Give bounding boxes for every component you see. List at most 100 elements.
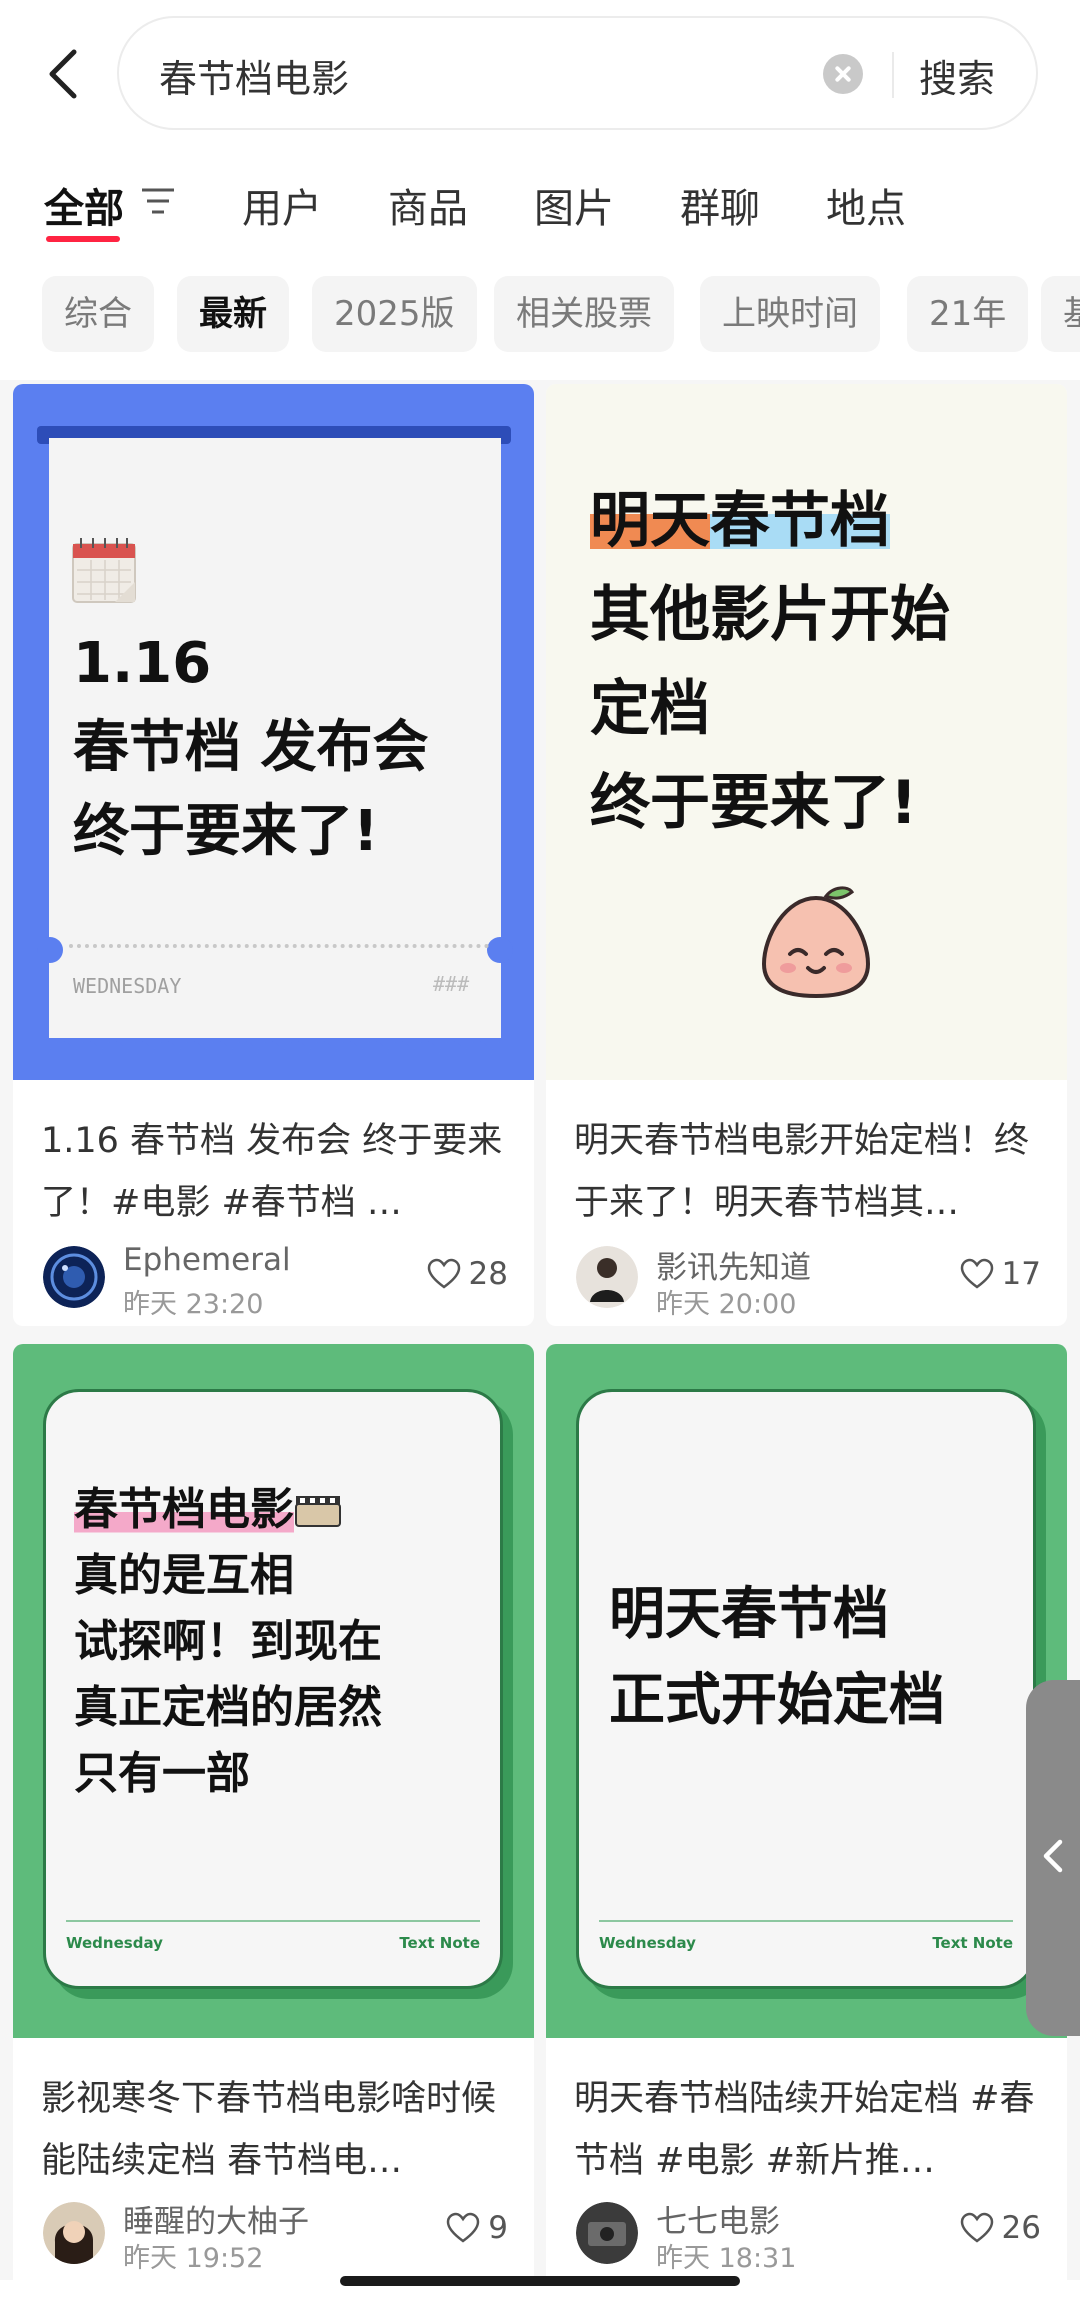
heart-icon <box>447 2212 480 2243</box>
like-count: 17 <box>1001 1256 1041 1292</box>
like-count: 9 <box>488 2210 508 2246</box>
avatar[interactable] <box>576 1246 638 1308</box>
cover-day-label: Wednesday <box>66 1934 163 1952</box>
tab-all[interactable]: 全部 <box>44 176 124 234</box>
avatar[interactable] <box>576 2202 638 2264</box>
note-title[interactable]: 明天春节档陆续开始定档 #春节档 #电影 #新片推… <box>574 2068 1054 2192</box>
search-box[interactable]: 春节档电影 搜索 <box>117 16 1038 130</box>
cover-line: 明天春节档 <box>609 1582 889 1647</box>
cover-paper: 明天春节档 正式开始定档 Wednesday Text Note <box>576 1389 1036 1989</box>
chip-release-time[interactable]: 上映时间 <box>700 276 880 352</box>
cover-scallop <box>49 1024 501 1054</box>
chevron-left-icon <box>1043 1839 1063 1873</box>
cover-text: 春节档电影 真的是互相 试探啊！到现在 真正定档的居然 只有一部 <box>74 1477 382 1807</box>
chip-2025[interactable]: 2025版 <box>312 276 477 352</box>
cover-line: 1.16 <box>73 631 212 696</box>
cover-line: 只有一部 <box>74 1748 250 1799</box>
cover-paper: 春节档电影 真的是互相 试探啊！到现在 真正定档的居然 只有一部 Wednesd… <box>43 1389 503 1989</box>
cover-line: 终于要来了! <box>73 799 379 864</box>
cover-day-label: Wednesday <box>599 1934 696 1952</box>
chip-related-stocks[interactable]: 相关股票 <box>494 276 674 352</box>
side-drawer-handle[interactable] <box>1026 1680 1080 2036</box>
cover-line: 正式开始定档 <box>609 1668 945 1733</box>
chip-latest[interactable]: 最新 <box>177 276 289 352</box>
cover-line: 春节档 发布会 <box>73 715 429 780</box>
cover-day-label: WEDNESDAY <box>73 974 182 998</box>
cover-divider <box>599 1920 1013 1922</box>
home-indicator[interactable] <box>340 2276 740 2286</box>
tab-places[interactable]: 地点 <box>826 176 906 234</box>
like-button[interactable]: 28 <box>427 1256 508 1292</box>
cover-text: 明天春节档 正式开始定档 <box>609 1572 945 1744</box>
calendar-icon <box>71 534 137 604</box>
cover-text: 明天春节档 其他影片开始 定档 终于要来了! <box>590 474 950 850</box>
cover-line: 真正定档的居然 <box>74 1682 382 1733</box>
search-header: 春节档电影 搜索 <box>0 0 1080 150</box>
post-time: 昨天 20:00 <box>656 1289 797 1320</box>
cover-line: 终于要来了! <box>590 768 918 838</box>
category-tabs: 全部 用户 商品 图片 群聊 地点 <box>0 170 1080 250</box>
note-cover[interactable]: 1.16 春节档 发布会 终于要来了! WEDNESDAY ### <box>13 384 534 1080</box>
tab-products[interactable]: 商品 <box>388 176 468 234</box>
like-count: 28 <box>468 1256 508 1292</box>
avatar[interactable] <box>43 2202 105 2264</box>
search-input[interactable]: 春节档电影 <box>159 48 349 103</box>
filter-chips: 综合 最新 2025版 相关股票 上映时间 21年 基 <box>0 276 1080 352</box>
highlight-text: 春节档 <box>710 486 890 556</box>
heart-icon <box>960 2212 993 2243</box>
avatar[interactable] <box>43 1246 105 1308</box>
cover-headline: 明天春节档 <box>590 474 950 568</box>
search-divider <box>892 52 894 98</box>
author-name[interactable]: Ephemeral <box>123 1242 291 1278</box>
highlight-text: 春节档电影 <box>74 1484 294 1535</box>
clear-icon[interactable] <box>823 54 863 94</box>
note-card[interactable]: 明天春节档 其他影片开始 定档 终于要来了! 明天春节档电影开始定档！终于来了！… <box>546 384 1067 1326</box>
heart-icon <box>427 1258 460 1289</box>
author-name[interactable]: 睡醒的大柚子 <box>123 2196 309 2241</box>
results-feed: 1.16 春节档 发布会 终于要来了! WEDNESDAY ### 1.16 春… <box>0 380 1080 2302</box>
like-count: 26 <box>1001 2210 1041 2246</box>
post-time: 昨天 19:52 <box>123 2243 264 2274</box>
like-button[interactable]: 9 <box>446 2210 508 2246</box>
chip-21[interactable]: 21年 <box>907 276 1029 352</box>
cover-hash-label: ### <box>433 972 470 996</box>
cover-divider <box>66 1920 480 1922</box>
heart-icon <box>960 1258 993 1289</box>
active-tab-indicator <box>46 236 120 242</box>
search-button[interactable]: 搜索 <box>919 48 995 103</box>
note-cover[interactable]: 明天春节档 其他影片开始 定档 终于要来了! <box>546 384 1067 1080</box>
back-icon[interactable] <box>44 44 84 104</box>
chip-more[interactable]: 基 <box>1041 276 1080 352</box>
cover-headline: 春节档电影 <box>74 1477 382 1543</box>
cover-line: 试探啊！到现在 <box>74 1616 382 1667</box>
tab-group-chats[interactable]: 群聊 <box>680 176 760 234</box>
author-name[interactable]: 影讯先知道 <box>656 1242 811 1287</box>
peach-sticker <box>756 884 876 1002</box>
note-title[interactable]: 明天春节档电影开始定档！终于来了！明天春节档其… <box>574 1110 1054 1234</box>
like-button[interactable]: 17 <box>960 1256 1041 1292</box>
filter-icon[interactable] <box>140 186 176 216</box>
author-name[interactable]: 七七电影 <box>656 2196 780 2241</box>
cover-line: 其他影片开始 <box>590 580 950 650</box>
cover-line: 定档 <box>590 674 710 744</box>
like-button[interactable]: 26 <box>960 2210 1041 2246</box>
note-card[interactable]: 春节档电影 真的是互相 试探啊！到现在 真正定档的居然 只有一部 Wednesd… <box>13 1344 534 2302</box>
cover-note-label: Text Note <box>399 1934 480 1952</box>
note-title[interactable]: 影视寒冬下春节档电影啥时候能陆续定档 春节档电… <box>41 2068 521 2192</box>
note-card[interactable]: 1.16 春节档 发布会 终于要来了! WEDNESDAY ### 1.16 春… <box>13 384 534 1326</box>
note-title[interactable]: 1.16 春节档 发布会 终于要来了！#电影 #春节档 … <box>41 1110 521 1234</box>
cover-notch <box>487 937 513 963</box>
post-time: 昨天 23:20 <box>123 1289 264 1320</box>
note-card[interactable]: 明天春节档 正式开始定档 Wednesday Text Note 明天春节档陆续… <box>546 1344 1067 2302</box>
chip-general[interactable]: 综合 <box>42 276 154 352</box>
highlight-text: 明天 <box>590 486 710 556</box>
tab-images[interactable]: 图片 <box>534 176 614 234</box>
cover-note-label: Text Note <box>932 1934 1013 1952</box>
cover-notch <box>37 937 63 963</box>
note-cover[interactable]: 明天春节档 正式开始定档 Wednesday Text Note <box>546 1344 1067 2038</box>
note-cover[interactable]: 春节档电影 真的是互相 试探啊！到现在 真正定档的居然 只有一部 Wednesd… <box>13 1344 534 2038</box>
dotted-divider <box>69 944 489 948</box>
tab-users[interactable]: 用户 <box>242 176 322 234</box>
film-clapper-icon <box>295 1496 341 1527</box>
cover-line: 真的是互相 <box>74 1550 294 1601</box>
